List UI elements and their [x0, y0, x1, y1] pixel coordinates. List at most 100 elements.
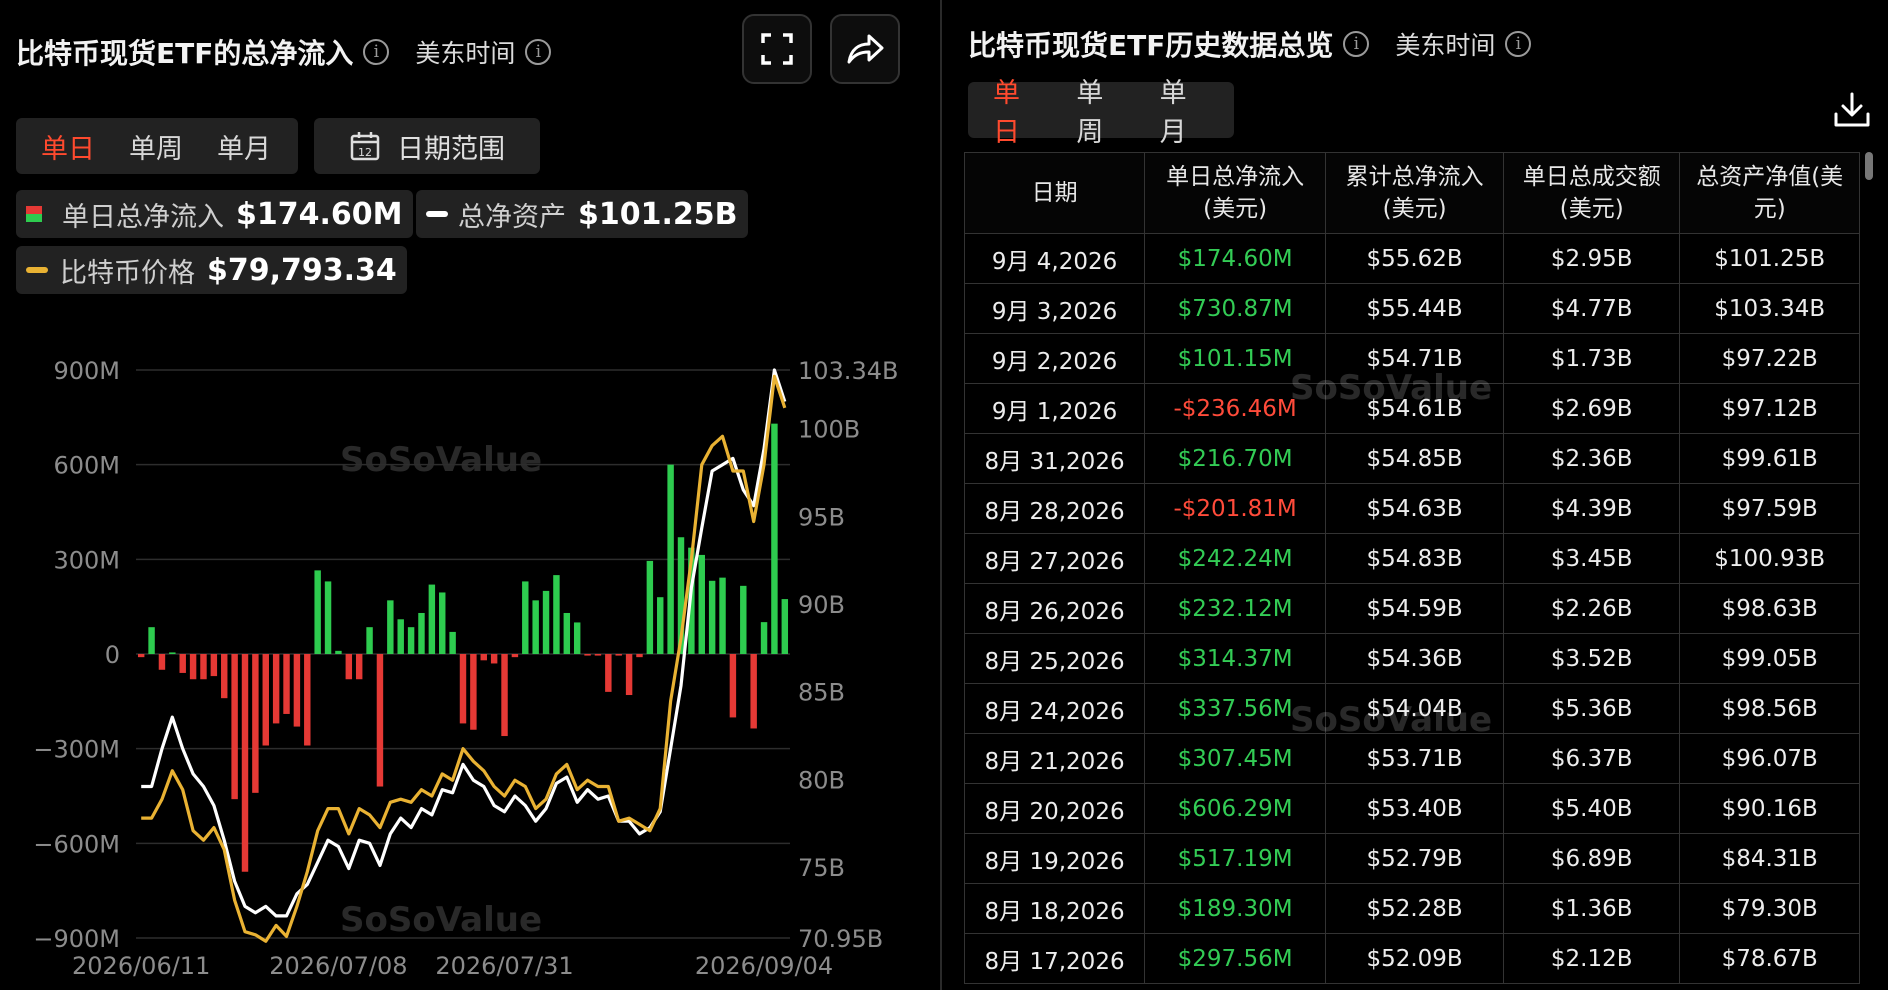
date-cell: 9月 4,2026 [963, 233, 1146, 284]
value-cell: $54.63B [1325, 483, 1505, 534]
outflow-bar [625, 654, 633, 696]
table-row[interactable]: 8月 21,2026 $307.45M $53.71B $6.37B $96.07B [963, 733, 1860, 784]
outflow-bar [594, 654, 602, 656]
tab-monthly[interactable]: 单月 [1143, 71, 1226, 149]
value-cell: $5.40B [1503, 783, 1681, 834]
value-cell: $242.24M [1144, 533, 1327, 584]
outflow-bar [615, 654, 622, 656]
column-header: 累计总净流入 (美元) [1325, 152, 1505, 234]
column-header-text: (美元) [1559, 196, 1624, 222]
value-cell: $54.59B [1325, 583, 1505, 634]
value-cell: $96.07B [1679, 733, 1860, 784]
column-header-text: (美元) [1382, 196, 1447, 222]
table-row[interactable]: 8月 25,2026 $314.37M $54.36B $3.52B $99.05B [963, 633, 1860, 684]
value-cell: $100.93B [1679, 533, 1860, 584]
inflow-bar [532, 600, 539, 654]
download-icon[interactable] [1832, 90, 1872, 130]
table-row[interactable]: 8月 17,2026 $297.56M $52.09B $2.12B $78.67B [963, 933, 1860, 984]
table-row[interactable]: 8月 27,2026 $242.24M $54.83B $3.45B $100.93B [963, 533, 1860, 584]
value-cell: $216.70M [1144, 433, 1327, 484]
date-cell: 8月 31,2026 [963, 433, 1146, 484]
value-cell: $2.95B [1503, 233, 1681, 284]
table-header-row: 日期 单日总净流入 (美元) 累计总净流入 (美元) 单日总成交额 (美元) 总资产净值(美元… [963, 152, 1860, 234]
inflow-bar [573, 622, 581, 654]
column-header-text: 总资产净值(美 [1696, 164, 1844, 190]
tab-weekly[interactable]: 单周 [1059, 71, 1142, 149]
table-row[interactable]: 8月 26,2026 $232.12M $54.59B $2.26B $98.63B [963, 583, 1860, 634]
watermark: SoSoValue [1290, 368, 1493, 408]
table-body: 9月 4,2026 $174.60M $55.62B $2.95B $101.25B 9月… [963, 233, 1860, 984]
value-cell: $2.26B [1503, 583, 1681, 634]
info-icon[interactable]: i [1505, 31, 1532, 57]
right-tick-label: 95B [798, 503, 845, 531]
outflow-bar [304, 654, 311, 746]
value-cell: $6.37B [1503, 733, 1681, 784]
table-row[interactable]: 8月 20,2026 $606.29M $53.40B $5.40B $90.16B [963, 783, 1860, 834]
value-cell: $99.61B [1679, 433, 1860, 484]
value-cell: $97.12B [1679, 383, 1860, 434]
value-cell: $97.22B [1679, 333, 1860, 384]
outflow-bar [480, 654, 487, 661]
date-cell: 8月 21,2026 [963, 733, 1146, 784]
x-tick-label: 2026/07/08 [269, 952, 407, 980]
left-tick-label: 900M [53, 357, 120, 385]
value-cell: $307.45M [1144, 733, 1327, 784]
info-icon[interactable]: i [1343, 31, 1370, 57]
scrollbar-thumb[interactable] [1865, 152, 1873, 180]
inflow-bar [428, 584, 436, 654]
inflow-bar [397, 619, 404, 654]
x-tick-label: 2026/06/11 [72, 952, 210, 980]
outflow-bar [355, 654, 363, 680]
outflow-bar [729, 654, 737, 718]
left-tick-label: 600M [53, 452, 120, 480]
value-cell: $53.40B [1325, 783, 1505, 834]
table-row[interactable]: 8月 18,2026 $189.30M $52.28B $1.36B $79.30B [963, 883, 1860, 934]
inflow-bar [553, 575, 560, 654]
left-tick-label: 0 [105, 641, 120, 669]
value-cell: $1.36B [1503, 883, 1681, 934]
table-row[interactable]: 8月 19,2026 $517.19M $52.79B $6.89B $84.31B [963, 833, 1860, 884]
outflow-bar [293, 654, 301, 727]
value-cell: $297.56M [1144, 933, 1327, 984]
column-header: 单日总成交额 (美元) [1503, 152, 1681, 234]
outflow-bar [584, 654, 591, 656]
inflow-bar [449, 631, 456, 654]
value-cell: -$201.81M [1144, 483, 1327, 534]
column-header-text: 日期 [1031, 180, 1078, 206]
table-row[interactable]: 8月 31,2026 $216.70M $54.85B $2.36B $99.61B [963, 433, 1860, 484]
right-tick-label: 85B [798, 679, 845, 707]
tab-daily[interactable]: 单日 [976, 71, 1059, 149]
outflow-bar [501, 654, 508, 737]
right-tick-label: 75B [798, 854, 845, 882]
date-cell: 8月 18,2026 [963, 883, 1146, 934]
inflow-bar [169, 652, 176, 654]
value-cell: $101.25B [1679, 233, 1860, 284]
table-row[interactable]: 9月 4,2026 $174.60M $55.62B $2.95B $101.25B [963, 233, 1860, 284]
right-tick-label: 70.95B [798, 925, 883, 953]
inflow-bar [760, 622, 768, 654]
outflow-bar [158, 654, 166, 670]
value-cell: $53.71B [1325, 733, 1505, 784]
value-cell: $189.30M [1144, 883, 1327, 934]
value-cell: $52.28B [1325, 883, 1505, 934]
table-row[interactable]: 8月 28,2026 -$201.81M $54.63B $4.39B $97.59B [963, 483, 1860, 534]
value-cell: $730.87M [1144, 283, 1327, 334]
value-cell: $5.36B [1503, 683, 1681, 734]
value-cell: $314.37M [1144, 633, 1327, 684]
inflow-bar [719, 577, 726, 654]
table-row[interactable]: 9月 3,2026 $730.87M $55.44B $4.77B $103.34B [963, 283, 1860, 334]
outflow-bar [345, 654, 353, 680]
value-cell: $54.85B [1325, 433, 1505, 484]
value-cell: $606.29M [1144, 783, 1327, 834]
table-header: 比特币现货ETF历史数据总览 i 美东时间 i [968, 24, 1532, 64]
inflow-bar [708, 580, 716, 654]
etf-flow-chart[interactable]: 900M 600M 300M 0 −300M −600M −900M 103.34B 100B 9… [0, 0, 940, 990]
inflow-bar [657, 597, 664, 654]
column-header-text: 元) [1753, 196, 1786, 222]
outflow-bar [200, 654, 207, 680]
value-cell: $517.19M [1144, 833, 1327, 884]
outflow-bar [511, 654, 519, 658]
inflow-bar [563, 612, 571, 654]
value-cell: $79.30B [1679, 883, 1860, 934]
date-cell: 9月 2,2026 [963, 333, 1146, 384]
